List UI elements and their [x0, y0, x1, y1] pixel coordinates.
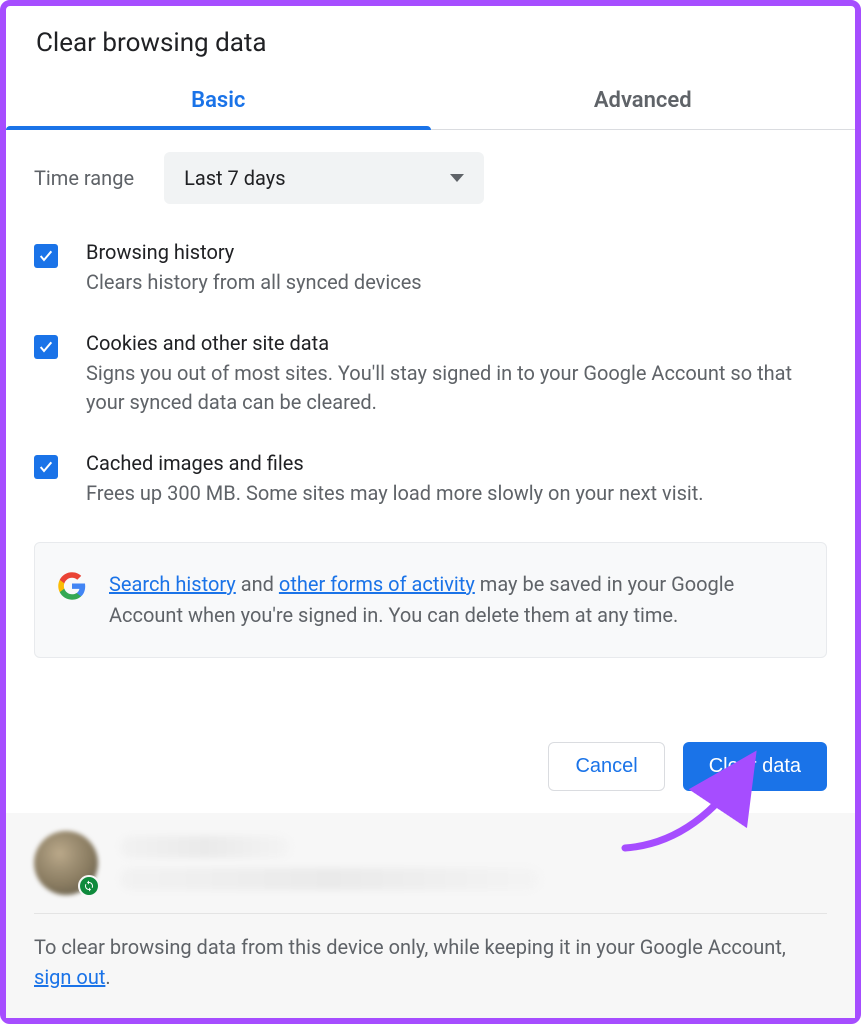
option-title: Cached images and files	[86, 451, 704, 475]
option-browsing-history: Browsing history Clears history from all…	[34, 240, 827, 297]
sign-out-link[interactable]: sign out	[34, 965, 105, 989]
option-cache: Cached images and files Frees up 300 MB.…	[34, 451, 827, 508]
tab-advanced[interactable]: Advanced	[431, 74, 856, 129]
search-history-link[interactable]: Search history	[109, 572, 236, 596]
checkbox-cache[interactable]	[34, 455, 58, 479]
checkbox-cookies[interactable]	[34, 335, 58, 359]
time-range-select[interactable]: Last 7 days	[164, 152, 484, 204]
tab-basic[interactable]: Basic	[6, 74, 431, 129]
option-title: Cookies and other site data	[86, 331, 827, 355]
tabs: Basic Advanced	[6, 74, 855, 130]
account-section: To clear browsing data from this device …	[6, 813, 855, 1018]
other-activity-link[interactable]: other forms of activity	[279, 572, 475, 596]
account-avatar[interactable]	[34, 831, 98, 895]
option-title: Browsing history	[86, 240, 422, 264]
google-info-text: Search history and other forms of activi…	[109, 569, 802, 631]
google-icon	[57, 571, 87, 601]
clear-data-button[interactable]: Clear data	[683, 742, 827, 791]
cancel-button[interactable]: Cancel	[548, 742, 664, 791]
option-desc: Frees up 300 MB. Some sites may load mor…	[86, 479, 704, 508]
time-range-value: Last 7 days	[184, 166, 285, 190]
time-range-label: Time range	[34, 166, 134, 190]
sync-icon	[78, 875, 100, 897]
option-cookies: Cookies and other site data Signs you ou…	[34, 331, 827, 417]
google-info-box: Search history and other forms of activi…	[34, 542, 827, 658]
checkbox-browsing-history[interactable]	[34, 244, 58, 268]
dialog-title: Clear browsing data	[6, 6, 855, 74]
dialog-actions: Cancel Clear data	[6, 720, 855, 813]
chevron-down-icon	[450, 174, 464, 182]
account-info-blurred	[120, 836, 540, 890]
footer-text: To clear browsing data from this device …	[34, 932, 827, 992]
option-desc: Clears history from all synced devices	[86, 268, 422, 297]
option-desc: Signs you out of most sites. You'll stay…	[86, 359, 827, 417]
